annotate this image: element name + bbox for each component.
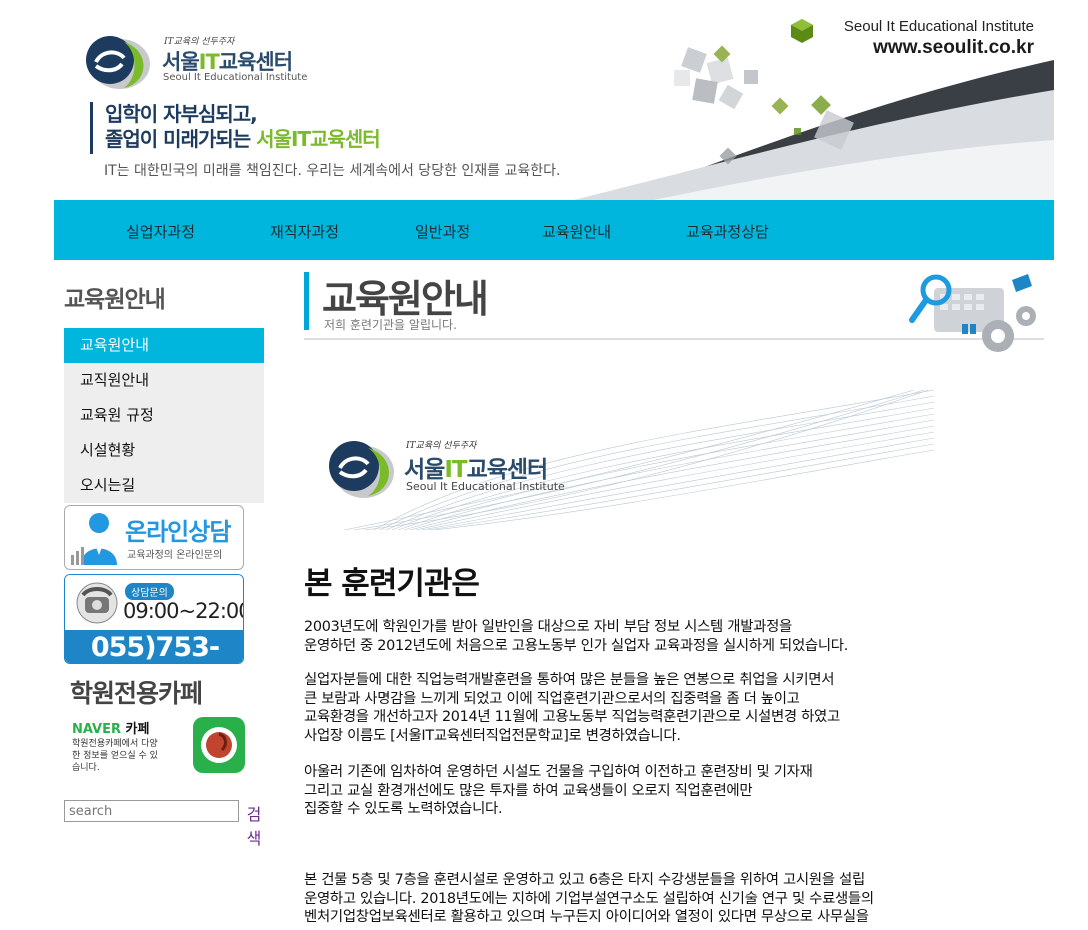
- telephone-icon: [76, 582, 118, 624]
- online-consult-banner[interactable]: 온라인상담 교육과정의 온라인문의: [64, 505, 244, 570]
- sidebar-menu: 교육원안내 교직원안내 교육원 규정 시설현황 오시는길: [64, 328, 264, 503]
- page-subtitle: 저희 훈련기관을 알립니다.: [324, 318, 457, 332]
- sidebar-item-institute-info[interactable]: 교육원안내: [64, 328, 264, 363]
- logo-mark-icon: [86, 36, 150, 89]
- naver-cafe-banner[interactable]: NAVER 카페 학원전용카페에서 다양한 정보를 얻으실 수 있습니다.: [64, 716, 264, 786]
- paragraph-line: 큰 보람과 사명감을 느끼게 되었고 이에 직업훈련기관으로서의 집중력을 좀 …: [304, 690, 800, 707]
- green-hexagon-icon: [790, 18, 814, 48]
- sidebar-item-directions[interactable]: 오시는길: [64, 468, 264, 503]
- search-input[interactable]: [64, 800, 239, 822]
- paragraph-line: 벤처기업창업보육센터로 활용하고 있으며 누구든지 아이디어와 열정이 있다면 …: [304, 909, 869, 925]
- phone-banner-top: 상담문의 09:00~22:00: [65, 575, 244, 630]
- search-area: 검색: [64, 800, 264, 848]
- paragraph-line: 그리고 교실 환경개선에도 많은 투자를 하여 교육생들이 오로지 직업훈련에만: [304, 782, 753, 799]
- sidebar-item-facilities[interactable]: 시설현황: [64, 433, 264, 468]
- header-tagline: IT는 대한민국의 미래를 책임진다. 우리는 세계속에서 당당한 인재를 교육…: [104, 163, 561, 179]
- main-navigation: 실업자과정 재직자과정 일반과정 교육원안내 교육과정상담: [54, 200, 1054, 260]
- sidebar-item-regulations[interactable]: 교육원 규정: [64, 398, 264, 433]
- paragraph-line: 사업장 이름도 [서울IT교육센터직업전문학교]로 변경하였습니다.: [304, 727, 681, 744]
- cafe-cup-icon: [193, 717, 245, 773]
- figure-logo-mark-icon: [329, 441, 394, 498]
- online-consult-title: 온라인상담: [125, 518, 231, 546]
- phone-badge: 상담문의: [125, 583, 174, 600]
- institute-logo-figure: IT교육의 선두주자 서울IT교육센터 Seoul It Educational…: [314, 390, 934, 530]
- figure-logo-name: 서울IT교육센터: [404, 457, 548, 483]
- sidebar-title: 교육원안내: [64, 287, 166, 313]
- body-paragraph-2: 실업자분들에 대한 직업능력개발훈련을 통하여 많은 분들을 높은 연봉으로 취…: [304, 671, 1004, 745]
- nav-item-course-counsel[interactable]: 교육과정상담: [686, 221, 769, 242]
- institute-name: Seoul It Educational Institute: [843, 18, 1034, 35]
- page-header: 교육원안내 저희 훈련기관을 알립니다.: [304, 268, 1044, 352]
- header-slogan: 입학이 자부심되고, 졸업이 미래가되는 서울IT교육센터: [90, 102, 381, 154]
- body-paragraph-1: 2003년도에 학원인가를 받아 일반인을 대상으로 자비 부담 정보 시스템 …: [304, 618, 1004, 655]
- header-banner: IT교육의 선두주자 서울IT교육센터 Seoul It Educational…: [54, 0, 1054, 200]
- paragraph-line: 본 건물 5층 및 7층을 훈련시설로 운영하고 있고 6층은 타지 수강생분들…: [304, 872, 865, 888]
- magnifier-keyboard-gear-icon: [909, 274, 1036, 352]
- nav-item-general-course[interactable]: 일반과정: [415, 221, 470, 242]
- paragraph-line: 운영하던 중 2012년도에 처음으로 고용노동부 인가 실업자 교육과정을 실…: [304, 637, 848, 654]
- nav-item-unemployed-course[interactable]: 실업자과정: [126, 221, 195, 242]
- body-heading: 본 훈련기관은: [304, 566, 480, 602]
- phone-consult-banner: 상담문의 09:00~22:00 055)753-3677: [64, 574, 244, 664]
- paragraph-line: 실업자분들에 대한 직업능력개발훈련을 통하여 많은 분들을 높은 연봉으로 취…: [304, 672, 835, 688]
- main-content: 교육원안내 저희 훈련기관을 알립니다. IT교육의 선두주자 서울IT교육센터…: [304, 268, 1044, 925]
- online-consult-desc: 교육과정의 온라인문의: [127, 550, 223, 561]
- consultant-icon: [71, 513, 117, 565]
- cafe-description: 학원전용카페에서 다양한 정보를 얻으실 수 있습니다.: [72, 739, 158, 773]
- site-logo[interactable]: IT교육의 선두주자 서울IT교육센터 Seoul It Educational…: [80, 30, 320, 90]
- title-accent-bar: [304, 272, 309, 330]
- slogan-line-1: 입학이 자부심되고,: [105, 102, 258, 126]
- site-url[interactable]: www.seoulit.co.kr: [844, 37, 1034, 59]
- sidebar-item-staff-info[interactable]: 교직원안내: [64, 363, 264, 398]
- search-button[interactable]: 검색: [244, 801, 264, 849]
- paragraph-line: 운영하고 있습니다. 2018년도에는 지하에 기업부설연구소도 설립하여 신기…: [304, 890, 874, 907]
- nav-item-institute-info[interactable]: 교육원안내: [542, 221, 611, 242]
- phone-number[interactable]: 055)753-3677: [65, 630, 243, 663]
- paragraph-line: 아울러 기존에 임차하여 운영하던 시설도 건물을 구입하여 이전하고 훈련장비…: [304, 764, 813, 780]
- logo-english-text: Seoul It Educational Institute: [163, 72, 308, 83]
- page-title: 교육원안내: [322, 277, 489, 321]
- header-site-info: Seoul It Educational Institute www.seoul…: [844, 18, 1034, 59]
- cafe-title: 학원전용카페: [70, 679, 203, 708]
- body-paragraph-4: 본 건물 5층 및 7층을 훈련시설로 운영하고 있고 6층은 타지 수강생분들…: [304, 871, 1004, 927]
- naver-cafe-label: NAVER 카페: [72, 722, 150, 737]
- paragraph-line: 2003년도에 학원인가를 받아 일반인을 대상으로 자비 부담 정보 시스템 …: [304, 619, 792, 635]
- nav-item-employed-course[interactable]: 재직자과정: [270, 221, 339, 242]
- figure-logo-english: Seoul It Educational Institute: [406, 480, 565, 493]
- sidebar: 교육원안내 교육원안내 교직원안내 교육원 규정 시설현황 오시는길 온라인상담…: [64, 268, 264, 848]
- body-paragraph-3: 아울러 기존에 임차하여 운영하던 시설도 건물을 구입하여 이전하고 훈련장비…: [304, 763, 1004, 819]
- paragraph-line: 교육환경을 개선하고자 2014년 11월에 고용노동부 직업능력훈련기관으로 …: [304, 709, 840, 725]
- phone-hours: 09:00~22:00: [123, 599, 244, 623]
- paragraph-line: 집중할 수 있도록 노력하였습니다.: [304, 801, 503, 817]
- slogan-line-2: 졸업이 미래가되는 서울IT교육센터: [105, 127, 381, 151]
- page-wrapper: IT교육의 선두주자 서울IT교육센터 Seoul It Educational…: [54, 0, 1054, 930]
